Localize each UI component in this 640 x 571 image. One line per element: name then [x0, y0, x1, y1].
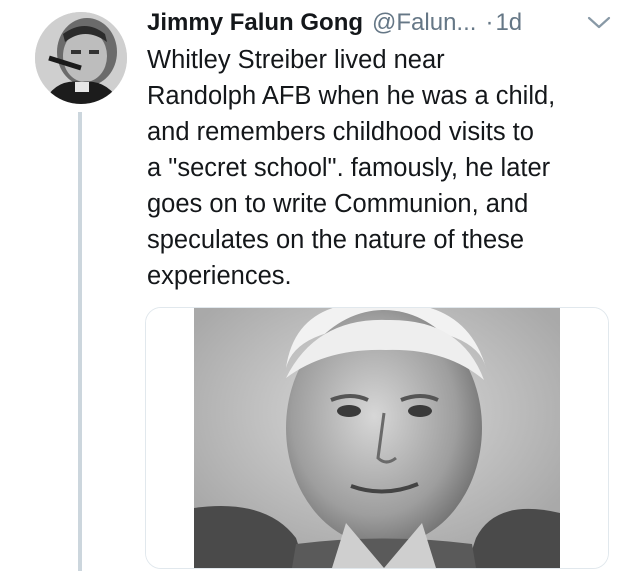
author-handle[interactable]: @Falun...	[372, 6, 476, 40]
avatar-image	[35, 12, 127, 104]
avatar[interactable]	[35, 12, 127, 104]
tweet: Jimmy Falun Gong @Falun... · 1d Whitley …	[0, 0, 640, 571]
tweet-text: Whitley Streiber lived near Randolph AFB…	[147, 46, 556, 290]
chevron-down-icon	[587, 16, 611, 29]
tweet-header: Jimmy Falun Gong @Falun... · 1d	[147, 6, 627, 40]
author-name[interactable]: Jimmy Falun Gong	[147, 6, 363, 40]
menu-button[interactable]	[585, 14, 613, 32]
timestamp[interactable]: 1d	[495, 6, 522, 40]
media-image[interactable]	[145, 307, 609, 569]
separator-dot: ·	[485, 9, 494, 36]
portrait-photo	[146, 308, 608, 568]
thread-line	[78, 112, 82, 571]
